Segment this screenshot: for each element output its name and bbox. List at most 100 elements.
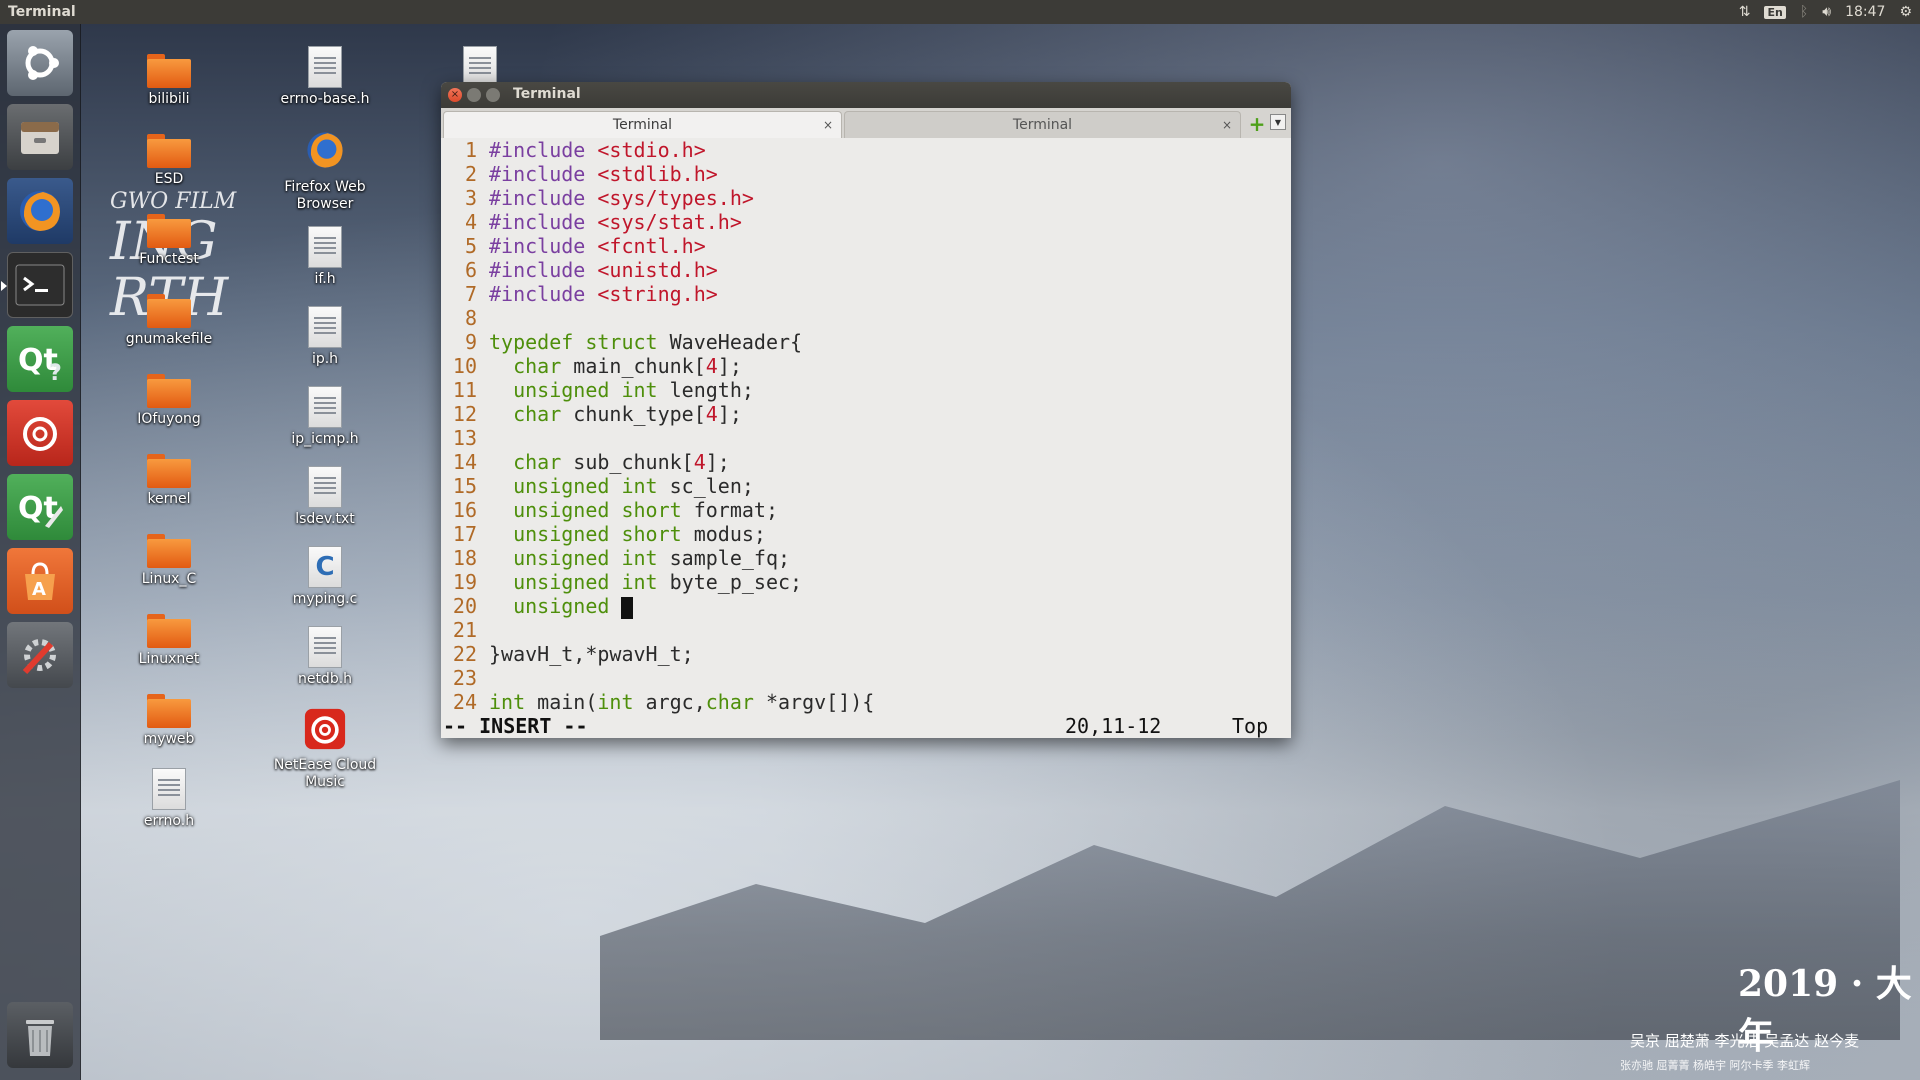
desktop-folder-linux-c[interactable]: Linux_C xyxy=(114,534,224,588)
code-text: unsigned int sc_len; xyxy=(477,474,754,498)
qt-assistant-button[interactable]: Qt ? xyxy=(7,326,73,392)
terminal-icon xyxy=(15,264,65,306)
code-token: chunk_type[ xyxy=(561,402,706,426)
desktop-folder-bilibili[interactable]: bilibili xyxy=(114,54,224,108)
code-token: <string.h> xyxy=(597,282,718,306)
code-text: char main_chunk[4]; xyxy=(477,354,742,378)
desktop-file-errno-base-h[interactable]: errno-base.h xyxy=(270,46,380,108)
desktop-launcher-netease-music[interactable]: NetEase Cloud Music xyxy=(270,708,380,791)
tab-menu-dropdown[interactable]: ▼ xyxy=(1270,114,1286,130)
tab-terminal-2[interactable]: Terminal × xyxy=(844,111,1241,138)
desktop-file-netdb-h[interactable]: netdb.h xyxy=(270,626,380,688)
qt-assistant-icon: Qt ? xyxy=(18,343,62,384)
files-button[interactable] xyxy=(7,104,73,170)
desktop-file-myping-c[interactable]: C myping.c xyxy=(270,546,380,608)
gear-icon[interactable]: ⚙ xyxy=(1899,4,1912,20)
desktop-folder-functest[interactable]: Functest xyxy=(114,214,224,268)
desktop-file-if-h[interactable]: if.h xyxy=(270,226,380,288)
code-token: <stdio.h> xyxy=(597,138,706,162)
desktop-file-ip-icmp-h[interactable]: ip_icmp.h xyxy=(270,386,380,448)
desktop-folder-iofuyong[interactable]: IOfuyong xyxy=(114,374,224,428)
qt-designer-button[interactable]: Qt xyxy=(7,474,73,540)
c-source-file-icon: C xyxy=(308,546,342,588)
code-token: ]; xyxy=(705,450,730,474)
desktop-folder-gnumakefile[interactable]: gnumakefile xyxy=(114,294,224,348)
folder-icon xyxy=(147,374,191,408)
window-titlebar[interactable]: × Terminal xyxy=(441,82,1291,108)
code-line: 7 #include <string.h> xyxy=(441,282,718,306)
line-number: 13 xyxy=(452,426,477,450)
netease-music-icon xyxy=(23,417,57,451)
clock[interactable]: 18:47 xyxy=(1845,4,1885,20)
desktop-folder-esd[interactable]: ESD xyxy=(114,134,224,188)
code-token: unsigned xyxy=(513,594,610,618)
desktop-file-lsdev-txt[interactable]: lsdev.txt xyxy=(270,466,380,528)
line-number: 14 xyxy=(452,450,477,474)
keyboard-language-indicator[interactable]: En xyxy=(1764,5,1786,19)
line-number: 19 xyxy=(452,570,477,594)
code-text: unsigned int sample_fq; xyxy=(477,546,790,570)
code-line: 4 #include <sys/stat.h> xyxy=(441,210,742,234)
network-arrows-icon[interactable]: ⇅ xyxy=(1739,4,1751,20)
desktop-launcher-firefox[interactable]: Firefox Web Browser xyxy=(270,128,380,213)
text-file-icon xyxy=(308,466,342,508)
close-tab-icon[interactable]: × xyxy=(1222,112,1232,139)
tab-terminal-1[interactable]: Terminal × xyxy=(443,111,842,138)
netease-music-button[interactable] xyxy=(7,400,73,466)
desktop-file-errno-h[interactable]: errno.h xyxy=(114,768,224,830)
trash-button[interactable] xyxy=(7,1002,73,1068)
line-number: 9 xyxy=(464,330,477,354)
code-token: unsigned short xyxy=(513,498,682,522)
volume-icon[interactable]: 🔊︎ xyxy=(1822,4,1831,20)
text-file-icon xyxy=(308,226,342,268)
system-settings-button[interactable] xyxy=(7,622,73,688)
code-line: 21 xyxy=(441,618,489,642)
line-number: 2 xyxy=(464,162,477,186)
text-file-icon xyxy=(308,386,342,428)
code-line: 9 typedef struct WaveHeader{ xyxy=(441,330,802,354)
code-text: #include <stdlib.h> xyxy=(477,162,718,186)
line-number: 22 xyxy=(452,642,477,666)
file-cabinet-icon xyxy=(21,122,59,154)
close-tab-icon[interactable]: × xyxy=(823,112,833,139)
code-token: <fcntl.h> xyxy=(597,234,706,258)
code-text: unsigned int length; xyxy=(477,378,754,402)
minimize-window-button[interactable] xyxy=(467,88,481,102)
firefox-icon xyxy=(20,191,60,231)
line-number: 11 xyxy=(452,378,477,402)
ubuntu-software-button[interactable]: A xyxy=(7,548,73,614)
line-number: 17 xyxy=(452,522,477,546)
bluetooth-icon[interactable]: ᛒ xyxy=(1800,4,1808,20)
code-text: #include <fcntl.h> xyxy=(477,234,706,258)
code-token: char xyxy=(513,402,562,426)
desktop-folder-kernel[interactable]: kernel xyxy=(114,454,224,508)
line-number: 10 xyxy=(452,354,477,378)
firefox-button[interactable] xyxy=(7,178,73,244)
code-token: #include xyxy=(489,186,598,210)
desktop-folder-linuxnet[interactable]: Linuxnet xyxy=(114,614,224,668)
terminal-button[interactable] xyxy=(1,252,73,318)
ubuntu-dash-button[interactable] xyxy=(7,30,73,96)
code-token: unsigned int xyxy=(513,546,658,570)
text-cursor xyxy=(621,596,634,619)
wallpaper-poster-cast-1: 吴京 屈楚萧 李光洁 吴孟达 赵今麦 xyxy=(1630,1032,1860,1050)
code-line: 14 char sub_chunk[4]; xyxy=(441,450,730,474)
vim-editor[interactable]: 24 int main(int argc,char *argv[]){23 22}w… xyxy=(441,138,1291,738)
window-title: Terminal xyxy=(513,86,581,102)
close-window-button[interactable]: × xyxy=(448,88,462,102)
add-tab-button[interactable]: + xyxy=(1247,112,1267,136)
code-text: #include <unistd.h> xyxy=(477,258,718,282)
line-number: 23 xyxy=(452,666,477,690)
code-token: }wavH_t,*pwavH_t; xyxy=(489,642,694,666)
code-text: unsigned short format; xyxy=(477,498,778,522)
code-token: main_chunk[ xyxy=(561,354,706,378)
code-token: #include xyxy=(489,138,598,162)
line-number: 6 xyxy=(464,258,477,282)
desktop-file-ip-h[interactable]: ip.h xyxy=(270,306,380,368)
desktop-folder-myweb[interactable]: myweb xyxy=(114,694,224,748)
maximize-window-button[interactable] xyxy=(486,88,500,102)
